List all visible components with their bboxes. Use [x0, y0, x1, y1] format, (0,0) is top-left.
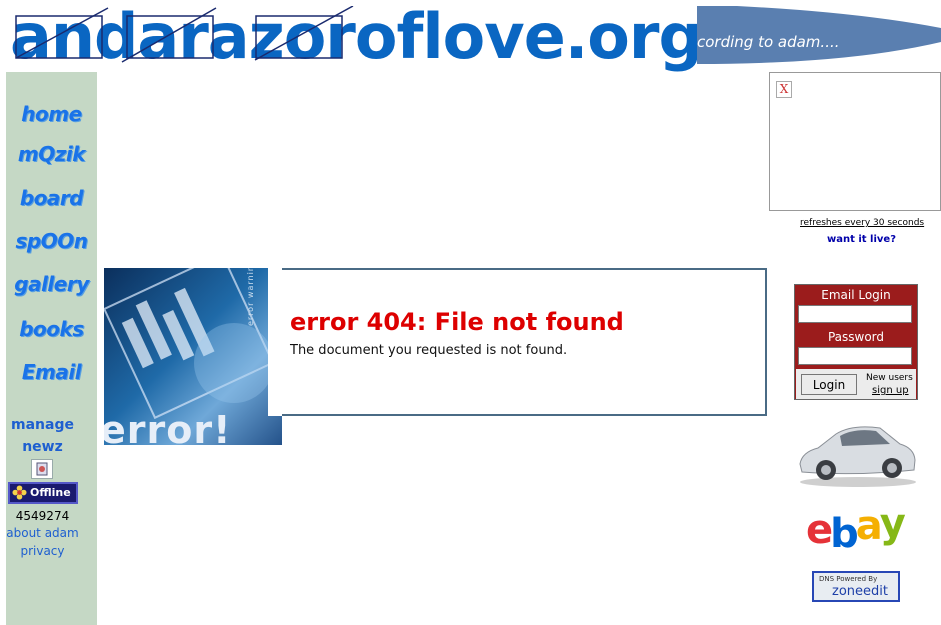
password-label: Password [827, 330, 885, 344]
nav-home[interactable]: home [6, 102, 97, 126]
left-sidebar: home mQzik board spOOn gallery books Ema… [6, 72, 97, 625]
email-login-box: Email Login Password Login New users sig… [794, 284, 918, 400]
offline-label: Offline [30, 486, 71, 499]
refresh-note-link[interactable]: refreshes every 30 seconds [800, 218, 924, 228]
nav-email[interactable]: Email [6, 360, 97, 384]
error-side-text: error warning! [246, 268, 255, 326]
nav-gallery[interactable]: gallery [6, 272, 97, 296]
signup-link[interactable]: sign up [872, 385, 909, 396]
tagline-text: cording to adam.... [697, 33, 840, 51]
panel-tab [268, 268, 282, 416]
privacy-link[interactable]: privacy [6, 544, 79, 558]
offline-status-badge[interactable]: Offline [8, 482, 78, 504]
error-image-caption: error! [104, 408, 232, 445]
login-button[interactable]: Login [801, 374, 857, 395]
zoneedit-badge[interactable]: DNS Powered By zoneedit [812, 571, 900, 602]
nav-music[interactable]: mQzik [6, 142, 97, 166]
ebay-letter-b: b [830, 511, 859, 557]
ebay-letter-y: y [879, 501, 906, 547]
ebay-letter-a: a [855, 503, 883, 549]
tagline-banner: cording to adam.... [697, 6, 941, 64]
flower-icon [12, 485, 27, 500]
password-field[interactable] [798, 347, 912, 365]
newz-link[interactable]: newz [6, 436, 79, 458]
logo-strike-boxes [15, 6, 354, 63]
status-image-icon[interactable] [31, 459, 53, 479]
nav-books[interactable]: books [6, 317, 97, 341]
about-adam-link[interactable]: about adam [6, 526, 79, 540]
email-login-label: Email Login [821, 288, 891, 302]
error-message: The document you requested is not found. [290, 343, 568, 358]
ebay-letter-e: e [806, 507, 833, 553]
nav-board[interactable]: board [6, 186, 97, 210]
ebay-logo[interactable]: ebay [806, 502, 906, 556]
live-image-frame: X [769, 72, 941, 211]
site-logo[interactable]: andarazoroflove.org [10, 0, 703, 73]
want-it-live-link[interactable]: want it live? [827, 234, 896, 245]
login-actions: Login New users sign up [796, 369, 916, 399]
zoneedit-line1: DNS Powered By [819, 575, 878, 583]
new-users-label: New users [866, 373, 913, 383]
visitor-counter: 4549274 [15, 509, 70, 523]
email-field[interactable] [798, 305, 912, 323]
manage-link[interactable]: manage [6, 414, 79, 436]
car-ad-image[interactable] [796, 418, 918, 488]
error-warning-image: error warning! error! [104, 268, 282, 445]
broken-image-icon: X [776, 81, 792, 98]
error-title: error 404: File not found [290, 308, 624, 336]
nav-spoon[interactable]: spOOn [6, 229, 97, 253]
zoneedit-line2: zoneedit [832, 584, 888, 599]
